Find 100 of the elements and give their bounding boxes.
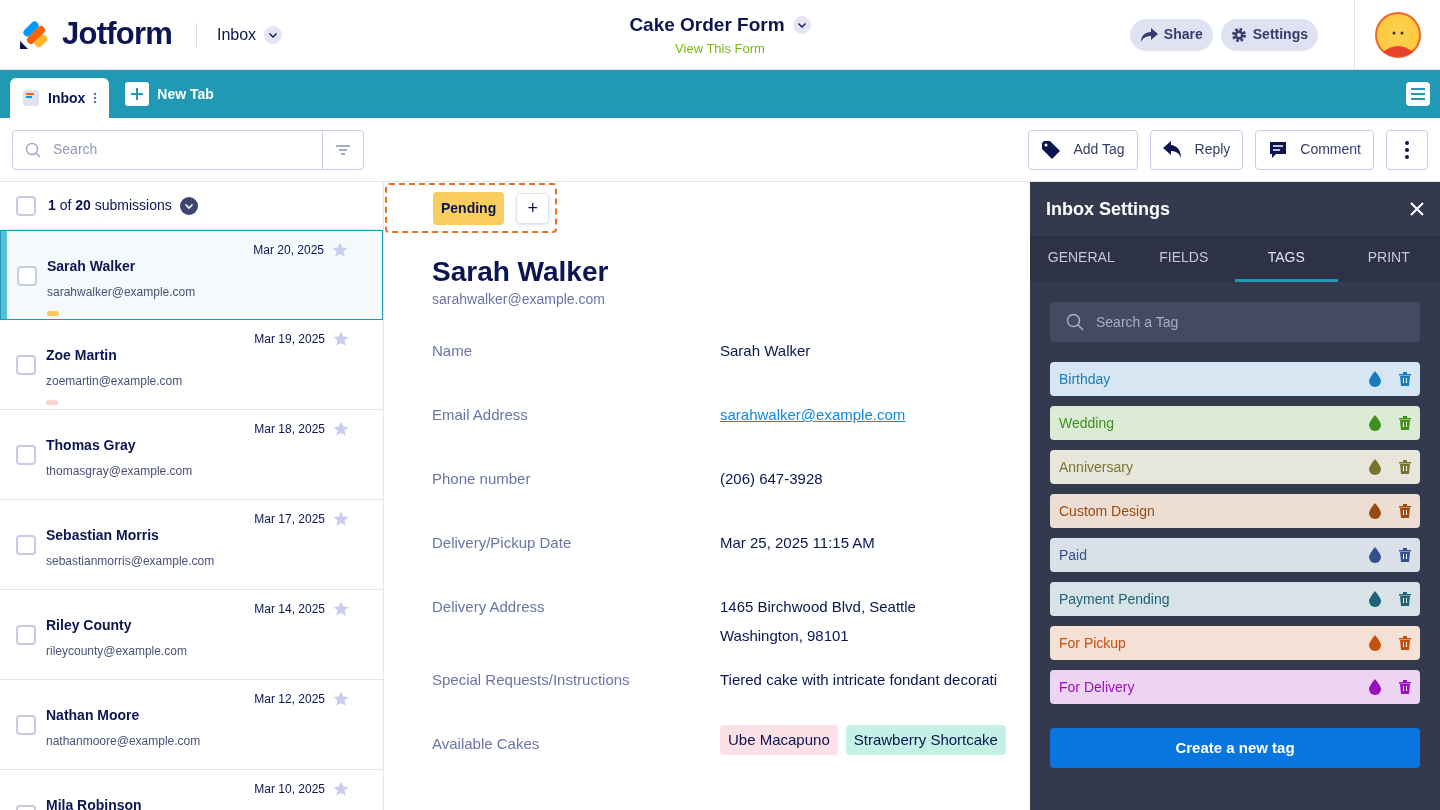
field-value: Mar 25, 2025 11:15 AM xyxy=(720,534,875,551)
color-drop-icon[interactable] xyxy=(1369,459,1381,475)
search-input[interactable]: Search xyxy=(53,139,322,160)
status-tag[interactable]: Pending xyxy=(433,191,505,225)
color-drop-icon[interactable] xyxy=(1369,679,1381,695)
tab[interactable]: Inbox xyxy=(10,78,110,118)
field-value: (206) 647-3928 xyxy=(720,470,823,487)
submission-row[interactable]: Sarah Walker sarahwalker@example.com Mar 20, 2025 xyxy=(0,230,383,320)
field-label: Name xyxy=(432,341,473,361)
search-field[interactable]: Search xyxy=(12,129,364,170)
more-icon xyxy=(1405,140,1409,159)
color-drop-icon[interactable] xyxy=(1369,547,1381,563)
star-icon[interactable] xyxy=(333,691,349,707)
avatar-icon[interactable] xyxy=(1374,12,1421,58)
submitter-name: Mila Robinson xyxy=(46,796,143,810)
tag-label: Paid xyxy=(1059,545,1089,565)
tag-row[interactable]: For Delivery xyxy=(1050,670,1420,704)
brand-name: Jotform xyxy=(62,15,172,54)
submission-date: Mar 18, 2025 xyxy=(254,421,325,438)
create-tag-button[interactable]: Create a new tag xyxy=(1050,728,1420,768)
select-all-checkbox[interactable] xyxy=(16,195,36,216)
color-drop-icon[interactable] xyxy=(1369,503,1381,519)
star-icon[interactable] xyxy=(333,601,349,617)
comment-icon xyxy=(1268,139,1289,160)
color-drop-icon[interactable] xyxy=(1369,635,1381,651)
color-drop-icon[interactable] xyxy=(1369,415,1381,431)
color-drop-icon[interactable] xyxy=(1369,591,1381,607)
star-icon[interactable] xyxy=(333,421,349,437)
settings-tab[interactable]: FIELDS xyxy=(1132,236,1235,282)
row-checkbox[interactable] xyxy=(16,445,36,465)
panel-title: Inbox Settings xyxy=(1046,197,1170,221)
submission-date: Mar 17, 2025 xyxy=(254,511,325,528)
submission-row[interactable]: Nathan Moore nathanmoore@example.com Mar 12, 2025 xyxy=(0,680,383,770)
dropdown-icon[interactable] xyxy=(179,196,198,215)
tag-row[interactable]: Anniversary xyxy=(1050,450,1420,484)
field-label: Available Cakes xyxy=(432,734,541,754)
field-value: Sarah Walker xyxy=(720,342,811,359)
tag-label: For Pickup xyxy=(1059,633,1127,653)
trash-icon[interactable] xyxy=(1399,372,1411,386)
row-checkbox[interactable] xyxy=(16,625,36,645)
star-icon[interactable] xyxy=(333,781,349,797)
comment-button[interactable]: Comment xyxy=(1255,129,1374,170)
submission-count: 1 of 20 submissions xyxy=(48,196,172,215)
submitter-email: sarahwalker@example.com xyxy=(432,290,606,309)
tag-row[interactable]: Payment Pending xyxy=(1050,582,1420,616)
submission-date: Mar 19, 2025 xyxy=(254,331,325,348)
settings-tab[interactable]: PRINT xyxy=(1337,236,1440,282)
row-checkbox[interactable] xyxy=(16,355,36,375)
color-drop-icon[interactable] xyxy=(1369,371,1381,387)
add-tag-button[interactable]: + xyxy=(516,192,550,224)
star-icon[interactable] xyxy=(333,331,349,347)
submission-row[interactable]: Zoe Martin zoemartin@example.com Mar 19, 2025 xyxy=(0,320,383,410)
star-icon[interactable] xyxy=(333,511,349,527)
add-tag-button[interactable]: Add Tag xyxy=(1028,129,1138,170)
submission-row[interactable]: Mila Robinson Mar 10, 2025 xyxy=(0,770,383,810)
tag-label: Wedding xyxy=(1059,413,1115,433)
menu-button[interactable] xyxy=(1406,82,1430,106)
share-button[interactable]: Share xyxy=(1129,18,1213,51)
field-label: Delivery Address xyxy=(432,597,546,617)
tag-row[interactable]: Birthday xyxy=(1050,362,1420,396)
search-icon xyxy=(1066,313,1084,331)
trash-icon[interactable] xyxy=(1399,548,1411,562)
row-checkbox[interactable] xyxy=(16,535,36,555)
field-label: Email Address xyxy=(432,405,529,425)
submission-row[interactable]: Riley County rileycounty@example.com Mar 14, 2025 xyxy=(0,590,383,680)
trash-icon[interactable] xyxy=(1399,592,1411,606)
form-title-dropdown[interactable]: Cake Order Form xyxy=(629,10,811,39)
row-checkbox[interactable] xyxy=(16,715,36,735)
tag-search-field[interactable]: Search a Tag xyxy=(1050,302,1420,342)
trash-icon[interactable] xyxy=(1399,460,1411,474)
settings-tab[interactable]: GENERAL xyxy=(1030,236,1133,282)
tag-search-input[interactable]: Search a Tag xyxy=(1096,311,1404,333)
trash-icon[interactable] xyxy=(1399,504,1411,518)
submitter-email: zoemartin@example.com xyxy=(46,373,184,390)
tag-row[interactable]: Custom Design xyxy=(1050,494,1420,528)
submission-row[interactable]: Sebastian Morris sebastianmorris@example.com Mar 17, 2025 xyxy=(0,500,383,590)
trash-icon[interactable] xyxy=(1399,680,1411,694)
submission-date: Mar 12, 2025 xyxy=(254,691,325,708)
email-link[interactable]: sarahwalker@example.com xyxy=(720,406,906,423)
more-button[interactable] xyxy=(1386,129,1428,170)
row-checkbox[interactable] xyxy=(17,266,37,286)
trash-icon[interactable] xyxy=(1399,416,1411,430)
submission-date: Mar 10, 2025 xyxy=(254,781,325,798)
submitter-email: sebastianmorris@example.com xyxy=(46,553,216,570)
star-icon[interactable] xyxy=(332,242,348,258)
submission-row[interactable]: Thomas Gray thomasgray@example.com Mar 18, 2025 xyxy=(0,410,383,500)
submitter-email: thomasgray@example.com xyxy=(46,463,194,480)
field-label: Delivery/Pickup Date xyxy=(432,533,573,553)
tag-row[interactable]: Paid xyxy=(1050,538,1420,572)
settings-button[interactable]: Settings xyxy=(1220,18,1318,51)
tag-label: Birthday xyxy=(1059,369,1112,389)
tag-row[interactable]: For Pickup xyxy=(1050,626,1420,660)
reply-button[interactable]: Reply xyxy=(1149,129,1244,170)
trash-icon[interactable] xyxy=(1399,636,1411,650)
chevron-down-icon xyxy=(264,25,283,44)
more-icon[interactable] xyxy=(93,91,98,105)
close-icon[interactable] xyxy=(1410,202,1424,216)
settings-tab[interactable]: TAGS xyxy=(1235,236,1338,282)
section-dropdown[interactable]: Inbox xyxy=(216,22,283,47)
cake-option: Strawberry Shortcake xyxy=(845,725,1006,755)
